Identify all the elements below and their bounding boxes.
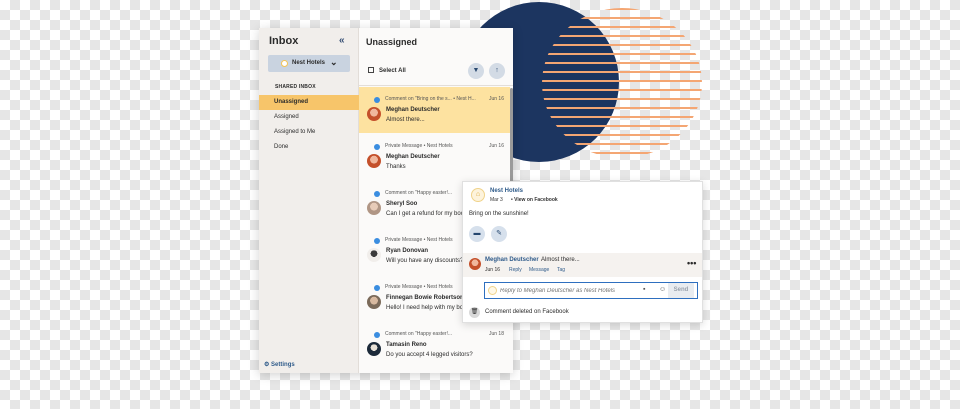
avatar [367, 154, 381, 168]
avatar [367, 295, 381, 309]
select-all[interactable]: Select All [368, 67, 406, 74]
decorative-striped-circle [542, 8, 702, 158]
avatar [367, 107, 381, 121]
item-meta: Comment on "Happy easter!... [385, 331, 453, 337]
account-logo-icon [281, 60, 288, 67]
list-item[interactable]: Comment on "Happy easter!... Jun 18 Tama… [359, 322, 510, 368]
item-date: Jun 16 [488, 143, 504, 149]
message-icon [374, 144, 380, 150]
list-divider [359, 85, 513, 86]
comment-text: Almost there... [541, 257, 580, 263]
item-name: Sheryl Soo [386, 201, 418, 207]
tag-link[interactable]: Tag [557, 267, 565, 273]
sidebar: Inbox « Nest Hotels ⌄ SHARED INBOX Unass… [259, 28, 359, 373]
avatar [367, 201, 381, 215]
message-icon [374, 285, 380, 291]
comment-action-button[interactable]: ▬ [469, 226, 485, 242]
reply-link[interactable]: Reply [509, 267, 522, 273]
item-text: Will you have any discounts? [386, 258, 464, 264]
reply-input[interactable] [500, 283, 630, 298]
trash-icon: 🗑 [469, 307, 480, 318]
sidebar-item-unassigned[interactable]: Unassigned [259, 95, 359, 110]
sort-up-icon: ↑ [495, 67, 499, 74]
page-logo-icon: ⌂ [471, 188, 485, 202]
sort-button[interactable]: ↑ [489, 63, 505, 79]
message-link[interactable]: Message [529, 267, 549, 273]
sidebar-item-done[interactable]: Done [259, 140, 359, 155]
post-text: Bring on the sunshine! [469, 211, 529, 217]
item-text: Do you accept 4 legged visitors? [386, 352, 473, 358]
tag-icon: ✎ [496, 230, 502, 237]
item-text: Can I get a refund for my book [386, 211, 468, 217]
item-text: Thanks [386, 164, 406, 170]
avatar [367, 248, 381, 262]
account-label: Nest Hotels [292, 60, 326, 66]
more-options-icon[interactable]: ••• [687, 258, 696, 268]
sidebar-item-assigned-to-me[interactable]: Assigned to Me [259, 125, 359, 140]
page-logo-icon [488, 286, 497, 295]
list-item[interactable]: Private Message • Nest Hotels Jun 16 Meg… [359, 134, 510, 180]
comment-row: Meghan Deutscher Almost there... Jun 16 … [463, 253, 702, 277]
item-text: Almost there... [386, 117, 425, 123]
chevron-down-icon: ⌄ [330, 57, 338, 67]
select-all-label: Select All [379, 68, 406, 74]
avatar [367, 342, 381, 356]
shared-inbox-label: SHARED INBOX [275, 84, 316, 90]
emoji-icon[interactable]: ☺ [659, 286, 666, 293]
item-name: Meghan Deutscher [386, 107, 440, 113]
assign-action-button[interactable]: ✎ [491, 226, 507, 242]
filter-icon: ▼ [472, 67, 480, 74]
item-name: Finnegan Bowie Robertson [386, 295, 464, 301]
item-name: Ryan Donovan [386, 248, 429, 254]
inbox-title: Inbox [269, 35, 299, 47]
item-text: Hello! I need help with my book [386, 305, 470, 311]
message-icon [374, 238, 380, 244]
item-meta: Private Message • Nest Hotels [385, 143, 453, 149]
account-select[interactable]: Nest Hotels ⌄ [268, 55, 350, 72]
post-date: Mar 3 [490, 197, 503, 203]
deleted-notice: Comment deleted on Facebook [485, 309, 569, 315]
item-date: Jun 18 [488, 331, 504, 337]
select-all-checkbox[interactable] [368, 67, 374, 73]
comment-date: Jun 16 [485, 267, 501, 273]
list-title: Unassigned [366, 37, 418, 47]
settings-link[interactable]: ⚙ Settings [264, 361, 295, 368]
item-meta: Comment on "Bring on the s... • Nest H..… [385, 96, 476, 102]
sidebar-item-assigned[interactable]: Assigned [259, 110, 359, 125]
send-button[interactable]: Send [668, 283, 694, 298]
comment-author[interactable]: Meghan Deutscher [485, 257, 539, 263]
item-date: Jun 16 [488, 96, 504, 102]
avatar [469, 258, 481, 270]
list-item[interactable]: Comment on "Bring on the s... • Nest H..… [359, 87, 510, 133]
saved-reply-icon[interactable]: ▪ [643, 286, 645, 293]
view-on-facebook-link[interactable]: • View on Facebook [511, 197, 558, 203]
filter-button[interactable]: ▼ [468, 63, 484, 79]
collapse-icon[interactable]: « [339, 35, 345, 46]
comment-icon [374, 191, 380, 197]
speech-bubble-icon: ▬ [473, 230, 481, 237]
conversation-detail-card: ⌂ Nest Hotels Mar 3 • View on Facebook B… [462, 181, 703, 323]
comment-icon [374, 332, 380, 338]
comment-icon [374, 97, 380, 103]
item-name: Tamasin Reno [386, 342, 427, 348]
page-name[interactable]: Nest Hotels [490, 188, 523, 194]
item-name: Meghan Deutscher [386, 154, 440, 160]
